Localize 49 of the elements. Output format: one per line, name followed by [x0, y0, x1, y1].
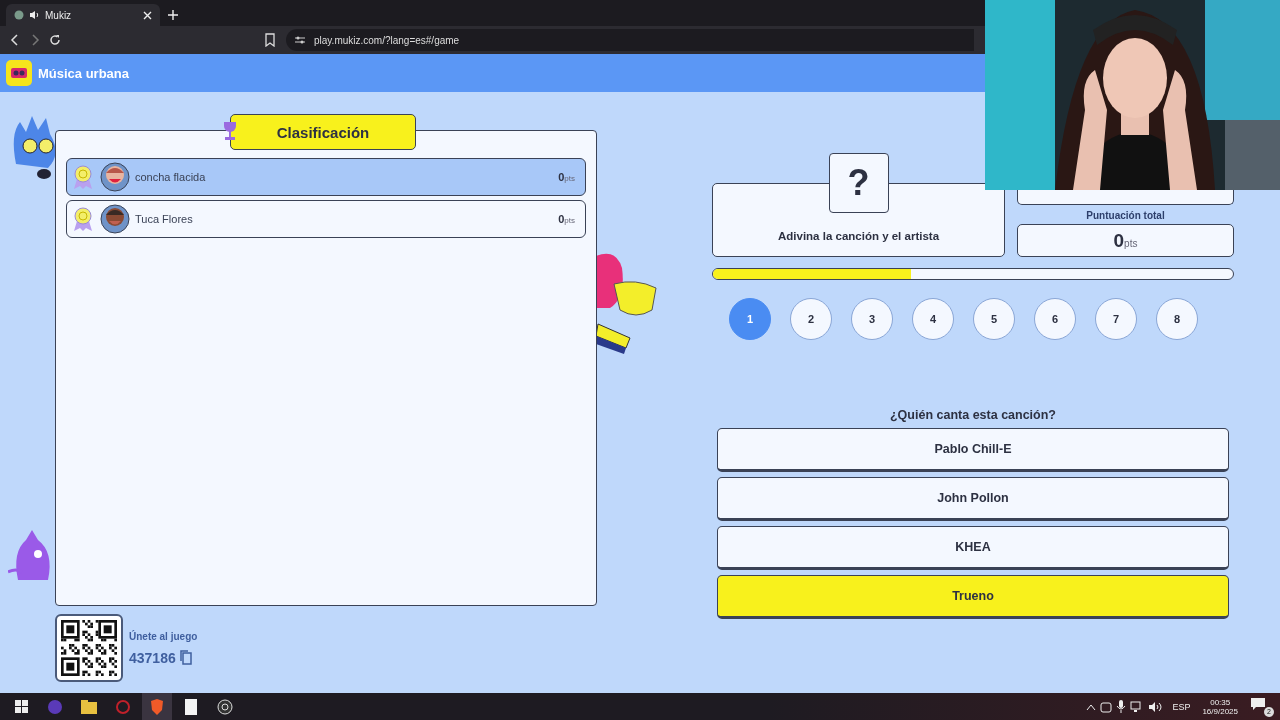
microphone-icon[interactable]	[1116, 700, 1127, 713]
language-indicator[interactable]: ESP	[1172, 701, 1191, 712]
shield-icon[interactable]	[142, 693, 172, 720]
round-instruction: Adivina la canción y el artista	[777, 230, 940, 242]
browser-tab[interactable]: Mukiz	[6, 4, 160, 26]
qr-code	[55, 614, 123, 682]
answer-button[interactable]: Trueno	[717, 575, 1229, 619]
chevron-up-icon[interactable]	[1086, 702, 1097, 711]
copy-icon[interactable]	[179, 650, 192, 665]
logo-icon	[6, 60, 32, 86]
question-text: ¿Quién canta esta canción?	[890, 408, 1056, 422]
player-name: concha flacida	[135, 171, 207, 183]
reload-icon[interactable]	[48, 33, 62, 47]
round-indicator: 5	[973, 298, 1015, 340]
answer-button[interactable]: KHEA	[717, 526, 1229, 570]
player-name: Tuca Flores	[135, 213, 194, 225]
round-indicator: 2	[790, 298, 832, 340]
game-code: 437186	[129, 649, 176, 666]
round-indicator: 3	[851, 298, 893, 340]
round-indicator: 1	[729, 298, 771, 340]
answer-button[interactable]: Pablo Chill-E	[717, 428, 1229, 472]
speaker-icon[interactable]	[29, 10, 40, 20]
player-score: 0pts	[558, 213, 575, 225]
round-indicator: 8	[1156, 298, 1198, 340]
score-label: Puntuación total	[1086, 210, 1165, 221]
volume-icon[interactable]	[1148, 700, 1163, 713]
total-score: 0pts	[1113, 229, 1138, 252]
clock[interactable]: 00:35 16/9/2025	[1202, 697, 1238, 716]
favicon-icon	[14, 10, 24, 20]
medal-icon	[71, 206, 95, 232]
bookmark-icon[interactable]	[264, 33, 276, 47]
player-score: 0pts	[558, 171, 575, 183]
page-title: Música urbana	[38, 65, 130, 81]
camera-icon[interactable]	[1100, 700, 1113, 713]
join-label: Únete al juego	[129, 630, 198, 642]
new-tab-icon[interactable]	[168, 10, 178, 20]
avatar-icon	[100, 162, 130, 192]
trophy-icon	[222, 120, 238, 142]
answer-button[interactable]: John Pollon	[717, 477, 1229, 521]
round-indicator: 7	[1095, 298, 1137, 340]
round-indicator: 6	[1034, 298, 1076, 340]
site-settings-icon	[294, 35, 306, 45]
round-indicator: 4	[912, 298, 954, 340]
medal-icon	[71, 164, 95, 190]
avatar-icon	[100, 204, 130, 234]
close-icon[interactable]	[143, 10, 152, 20]
mystery-box: ?	[828, 153, 889, 213]
leaderboard-title: Clasificación	[230, 114, 416, 150]
address-bar[interactable]: play.mukiz.com/?lang=es#/game	[286, 29, 974, 51]
